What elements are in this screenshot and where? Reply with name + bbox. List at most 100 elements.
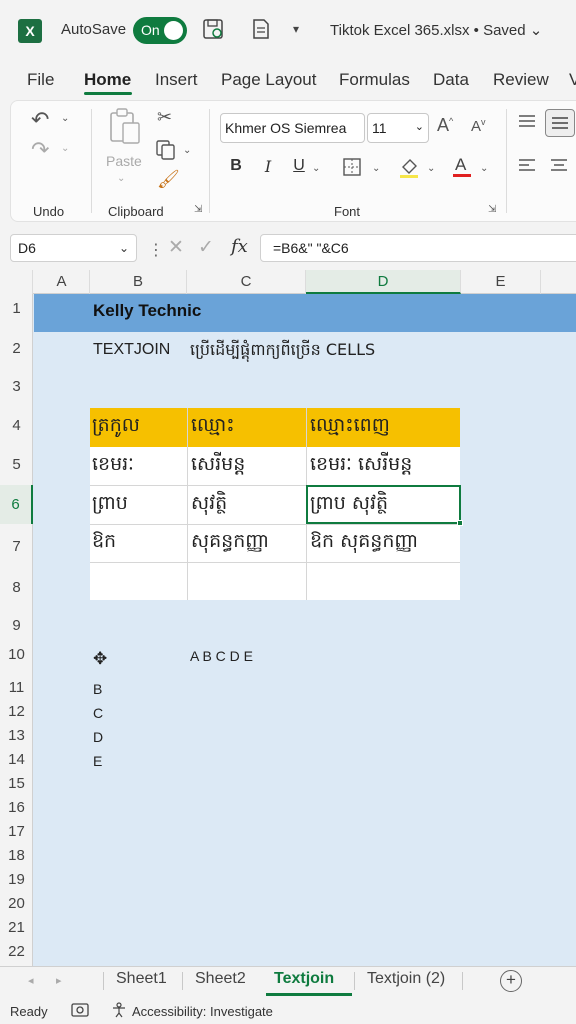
table-cell[interactable]: ខេមរៈ សេរីមន្ត [310,452,412,480]
underline-chevron-icon[interactable]: ⌄ [312,163,320,174]
name-box[interactable]: D6 ⌄ [10,234,137,262]
cancel-icon[interactable]: ✕ [168,236,184,259]
font-name-box[interactable]: Khmer OS Siemrea [220,113,365,143]
autosave-toggle[interactable]: On [133,17,187,44]
add-sheet-icon[interactable]: + [500,970,522,992]
row-header[interactable]: 8 [0,579,33,596]
column-header-c[interactable]: C [187,270,306,294]
accessibility-icon[interactable] [110,1002,128,1022]
cell-b11[interactable]: B [93,681,102,697]
row-header[interactable]: 12 [0,703,33,720]
table-cell[interactable]: សេរីមន្ត [191,452,245,480]
font-size-chevron-icon[interactable]: ⌄ [415,120,424,133]
row-header[interactable]: 14 [0,751,33,768]
row-header[interactable]: 10 [0,646,33,663]
print-preview-icon[interactable] [250,18,272,42]
cut-icon[interactable]: ✂ [157,107,172,128]
row-header[interactable]: 2 [0,340,33,357]
italic-button[interactable]: I [257,157,279,179]
bold-button[interactable]: B [225,157,247,179]
row-header[interactable]: 11 [0,679,33,696]
sheet-tab-textjoin[interactable]: Textjoin [274,970,334,988]
cell-c10[interactable]: A B C D E [190,648,253,664]
copy-icon[interactable] [155,139,177,166]
borders-icon[interactable] [342,157,362,182]
row-header[interactable]: 9 [0,617,33,634]
table-cell[interactable]: ព្រាប [92,491,128,519]
align-middle-icon[interactable] [545,109,575,137]
format-painter-icon[interactable]: 🖌 [157,169,180,190]
cell-c2[interactable]: ប្រើដើម្បីផ្តុំពាក្យពីច្រើន CELLS [190,339,375,363]
insert-function-icon[interactable]: fx [231,236,248,257]
file-name[interactable]: Tiktok Excel 365.xlsx • Saved ⌄ [330,21,542,39]
cell-b2[interactable]: TEXTJOIN [93,341,170,359]
tab-data[interactable]: Data [433,70,469,90]
tab-home[interactable]: Home [84,70,131,90]
enter-icon[interactable]: ✓ [198,236,214,259]
name-box-chevron-icon[interactable]: ⌄ [119,241,129,255]
tab-file[interactable]: File [27,70,54,90]
row-header[interactable]: 6 [0,485,33,524]
clipboard-launcher-icon[interactable]: ⇲ [194,204,202,215]
table-cell[interactable]: ខេមរៈ [92,452,134,480]
table-header-cell[interactable]: ត្រកូល [92,413,140,441]
font-launcher-icon[interactable]: ⇲ [488,204,496,215]
table-header-cell[interactable]: ឈ្មោះពេញ [310,413,390,441]
borders-chevron-icon[interactable]: ⌄ [372,163,380,174]
tab-page-layout[interactable]: Page Layout [221,70,316,90]
font-size-box[interactable]: 11 ⌄ [367,113,429,143]
column-header-b[interactable]: B [90,270,187,294]
redo-icon[interactable]: ↷ [31,137,49,163]
sheet-tab-textjoin-2[interactable]: Textjoin (2) [367,970,445,988]
decrease-font-icon[interactable]: Av [471,117,486,135]
fill-color-chevron-icon[interactable]: ⌄ [427,163,435,174]
table-cell[interactable]: ឱក [92,529,116,557]
row-header[interactable]: 20 [0,895,33,912]
tab-formulas[interactable]: Formulas [339,70,410,90]
paste-chevron-icon[interactable]: ⌄ [117,173,125,184]
underline-button[interactable]: U [288,157,310,179]
row-header[interactable]: 3 [0,378,33,395]
cell-b12[interactable]: C [93,705,103,721]
next-sheet-icon[interactable]: ▸ [56,974,62,987]
row-header[interactable]: 15 [0,775,33,792]
redo-chevron-icon[interactable]: ⌄ [61,143,69,154]
column-header-d[interactable]: D [306,270,461,294]
row-header[interactable]: 22 [0,943,33,960]
font-color-chevron-icon[interactable]: ⌄ [480,163,488,174]
save-icon[interactable] [202,18,224,42]
row-header[interactable]: 21 [0,919,33,936]
row-header[interactable]: 4 [0,417,33,434]
paste-label[interactable]: Paste [106,153,142,169]
tab-view[interactable]: V [569,70,576,90]
tab-review[interactable]: Review [493,70,549,90]
copy-chevron-icon[interactable]: ⌄ [183,145,191,156]
sheet-tab-sheet2[interactable]: Sheet2 [195,970,246,988]
cell-b14[interactable]: E [93,753,102,769]
column-header-a[interactable]: A [34,270,90,294]
undo-chevron-icon[interactable]: ⌄ [61,113,69,124]
customize-toolbar-chevron-icon[interactable]: ▾ [285,22,307,46]
cell-b13[interactable]: D [93,729,103,745]
table-cell[interactable]: សុគន្ធកញ្ញា [191,529,269,557]
sheet-tab-sheet1[interactable]: Sheet1 [116,970,167,988]
tab-insert[interactable]: Insert [155,70,198,90]
row-header[interactable]: 7 [0,538,33,555]
row-header[interactable]: 13 [0,727,33,744]
formula-input[interactable]: =B6&" "&C6 [260,234,576,262]
fill-handle[interactable] [457,520,463,526]
undo-icon[interactable]: ↶ [31,107,49,133]
increase-font-icon[interactable]: A^ [437,115,453,136]
align-center-icon[interactable] [549,157,569,180]
more-options-icon[interactable]: ⋮ [148,240,164,260]
row-header[interactable]: 5 [0,456,33,473]
cell-b1[interactable]: Kelly Technic [93,301,201,321]
font-color-icon[interactable]: A [451,153,473,184]
align-top-icon[interactable] [517,113,537,136]
worksheet-grid[interactable]: A B C D E 1 2 3 4 5 6 7 8 9 10 11 12 13 … [0,270,576,966]
paste-icon[interactable] [107,107,143,152]
macro-recording-icon[interactable] [71,1002,89,1022]
row-header[interactable]: 19 [0,871,33,888]
fill-color-icon[interactable] [398,155,420,184]
previous-sheet-icon[interactable]: ◂ [28,974,34,987]
